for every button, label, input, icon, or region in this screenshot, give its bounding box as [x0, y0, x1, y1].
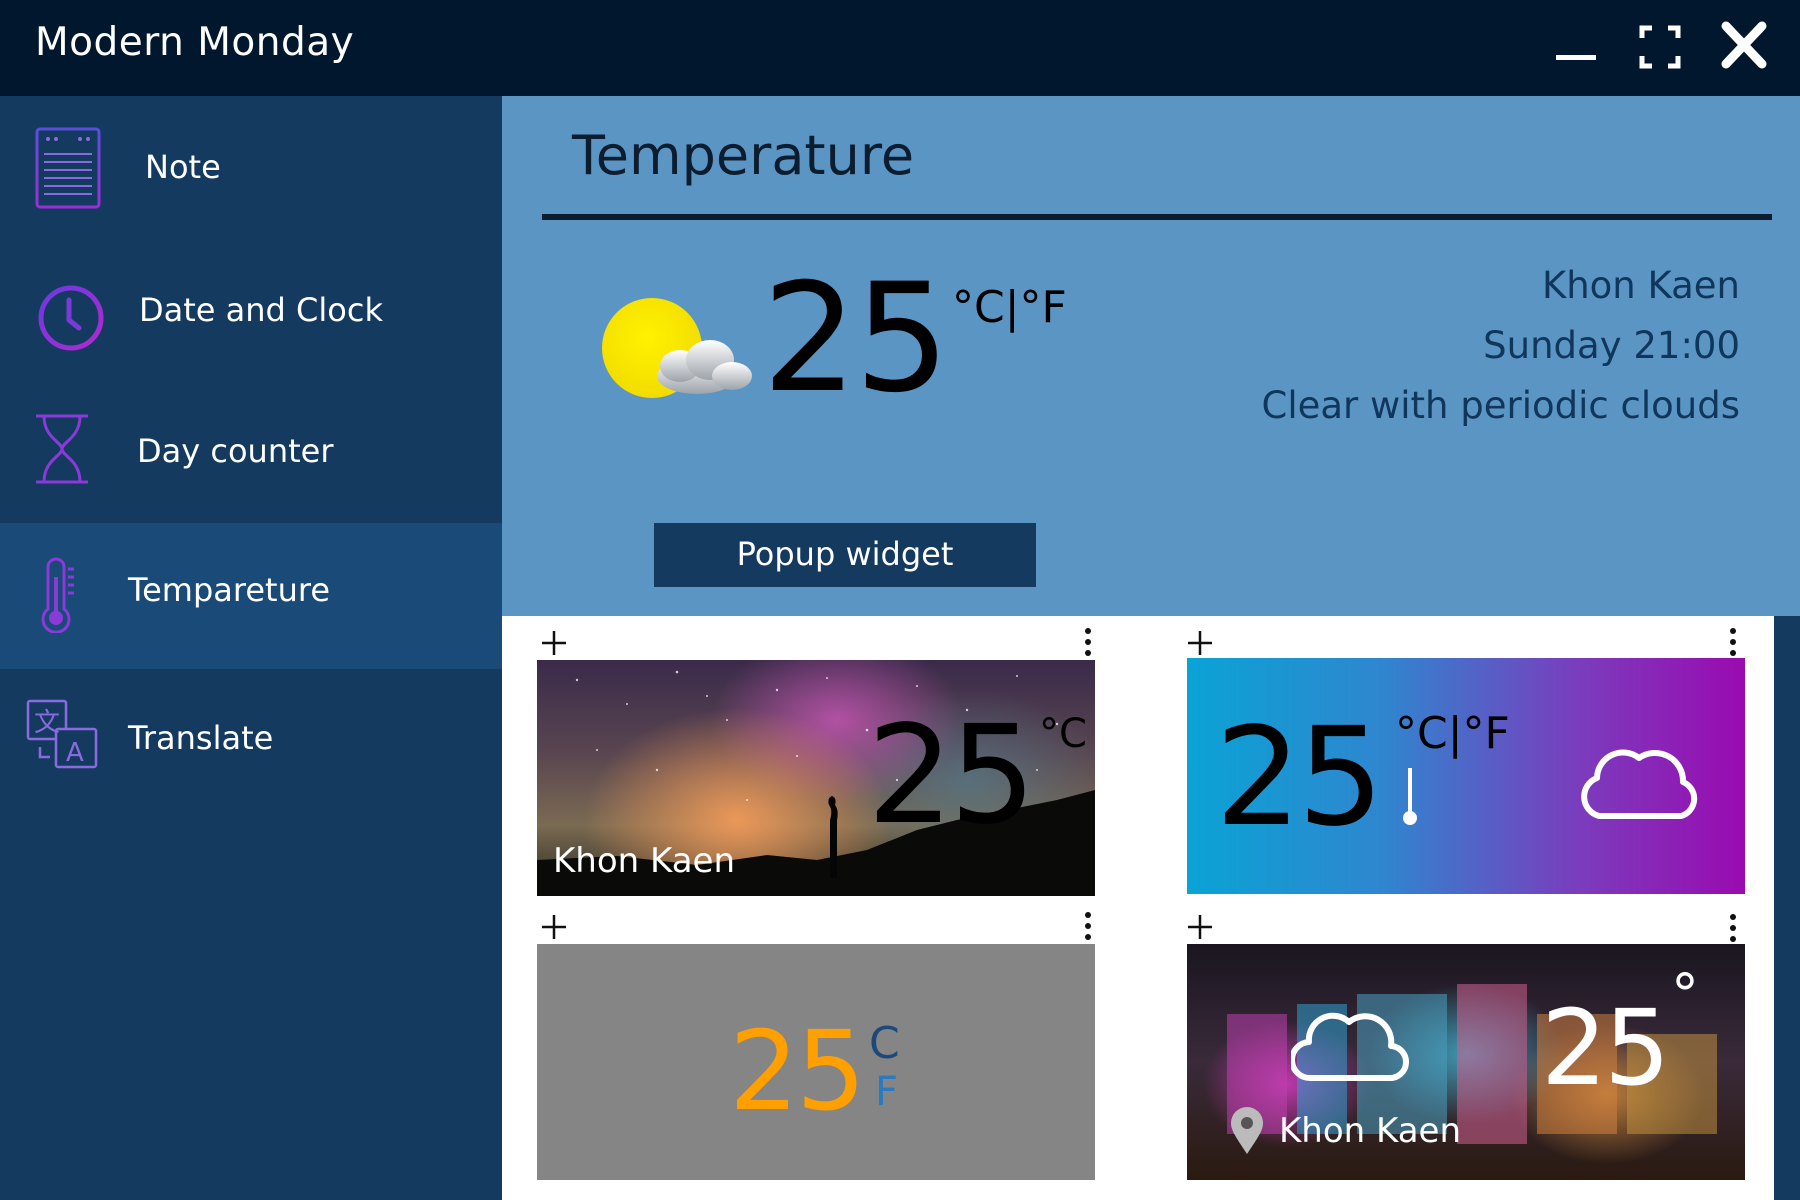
add-widget-icon[interactable] — [539, 628, 569, 658]
widget-night-sky[interactable]: 25 °C Khon Kaen — [537, 660, 1095, 896]
svg-text:文: 文 — [34, 708, 60, 738]
cloud-icon — [1291, 1012, 1409, 1082]
minimize-button[interactable] — [1546, 20, 1606, 76]
minimize-icon — [1556, 55, 1596, 60]
widget-temperature: 25 — [1541, 987, 1670, 1109]
widget-unit-celsius: C — [869, 1018, 900, 1069]
widget-gallery: 25 °C Khon Kaen 25 °C|°F 25 C F 25 ° Kho… — [502, 616, 1774, 1200]
unit-toggle[interactable]: °C|°F — [952, 282, 1067, 333]
note-icon — [35, 127, 101, 209]
sidebar-item-label: Translate — [128, 719, 274, 757]
more-options-icon[interactable] — [1726, 912, 1740, 946]
close-button[interactable] — [1714, 20, 1774, 76]
popup-widget-button[interactable]: Popup widget — [654, 523, 1036, 587]
widget-temperature: 25 — [729, 1007, 866, 1135]
thermometer-icon — [1403, 768, 1417, 825]
svg-text:A: A — [66, 738, 84, 768]
thermometer-icon — [41, 557, 74, 633]
widget-temperature: 25 — [867, 697, 1036, 855]
translate-icon: 文 A — [26, 699, 98, 769]
close-icon — [1721, 21, 1767, 69]
widget-unit: °C — [1039, 711, 1087, 757]
widget-gray[interactable]: 25 C F — [537, 944, 1095, 1180]
app-title: Modern Monday — [35, 20, 355, 65]
widget-city: Khon Kaen — [1279, 1111, 1462, 1151]
title-divider — [542, 214, 1772, 220]
sidebar-item-note[interactable]: Note — [0, 96, 502, 241]
sidebar-item-day-counter[interactable]: Day counter — [0, 386, 502, 531]
clock-icon — [38, 285, 104, 351]
sidebar-item-translate[interactable]: 文 A Translate — [0, 669, 502, 814]
widget-gradient[interactable]: 25 °C|°F — [1187, 658, 1745, 894]
hourglass-icon — [36, 414, 88, 484]
maximize-button[interactable] — [1630, 20, 1690, 76]
cloud-icon — [1581, 749, 1698, 819]
more-options-icon[interactable] — [1726, 626, 1740, 660]
location-pin-icon — [1231, 1107, 1263, 1154]
city-name: Khon Kaen — [1541, 264, 1740, 307]
widget-unit: ° — [1671, 963, 1699, 1028]
sidebar-item-label: Tempareture — [128, 571, 330, 609]
weather-condition: Clear with periodic clouds — [1261, 384, 1740, 427]
sidebar-item-label: Note — [145, 148, 221, 186]
sidebar: Note Date and Clock Day counter Temparet… — [0, 96, 502, 1200]
scrollbar[interactable] — [1774, 616, 1800, 1200]
current-temperature: 25 — [762, 252, 950, 426]
widget-temperature: 25 — [1215, 699, 1384, 857]
more-options-icon[interactable] — [1081, 626, 1095, 660]
add-widget-icon[interactable] — [539, 912, 569, 942]
widget-city: Khon Kaen — [553, 841, 736, 881]
sidebar-item-label: Date and Clock — [139, 291, 383, 329]
day-time: Sunday 21:00 — [1483, 324, 1740, 367]
more-options-icon[interactable] — [1081, 910, 1095, 944]
add-widget-icon[interactable] — [1185, 912, 1215, 942]
page-title: Temperature — [572, 124, 915, 187]
add-widget-icon[interactable] — [1185, 628, 1215, 658]
sidebar-item-label: Day counter — [137, 432, 334, 470]
current-weather-panel: Temperature 25 °C|°F Khon Kaen Sunday 21… — [502, 96, 1800, 616]
sun-cloud-icon — [602, 298, 752, 398]
title-bar: Modern Monday — [0, 0, 1800, 96]
sidebar-item-tempareture[interactable]: Tempareture — [0, 523, 502, 669]
widget-unit-fahrenheit: F — [875, 1069, 899, 1115]
widget-unit: °C|°F — [1395, 708, 1510, 759]
widget-city-lights[interactable]: 25 ° Khon Kaen — [1187, 944, 1745, 1180]
maximize-icon — [1639, 25, 1681, 69]
